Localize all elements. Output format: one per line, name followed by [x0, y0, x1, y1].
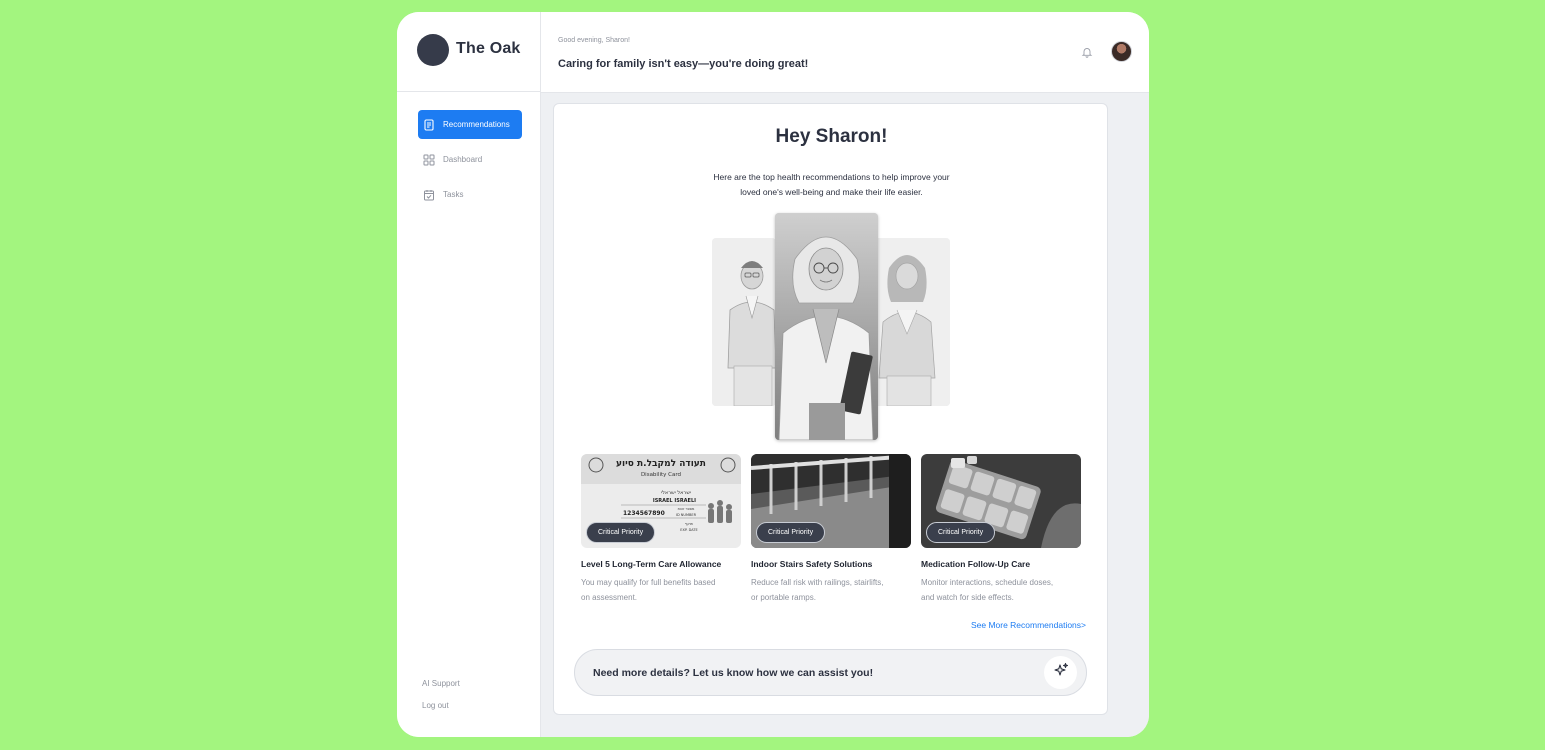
status-badge: Critical Priority	[586, 522, 656, 543]
assist-input-bar[interactable]: Need more details? Let us know how we ca…	[574, 649, 1087, 696]
logout-link[interactable]: Log out	[422, 701, 460, 723]
sidebar-item-label: Recommendations	[443, 120, 510, 129]
app-window: The Oak Recommendations Dashboard Tasks	[397, 12, 1149, 737]
card-exp-label-en: EXP. DATE	[680, 528, 698, 532]
document-icon	[423, 118, 435, 131]
card-exp-label-he: תוקף	[685, 522, 693, 526]
intro-text: Here are the top health recommendations …	[713, 172, 950, 197]
ai-assist-button[interactable]	[1044, 656, 1077, 689]
status-badge: Critical Priority	[926, 522, 996, 543]
recommendation-title: Level 5 Long-Term Care Allowance	[581, 559, 722, 569]
grid-icon	[423, 154, 435, 166]
sidebar-nav: Recommendations Dashboard Tasks	[418, 110, 522, 215]
card-subheading: Disability Card	[641, 472, 681, 478]
recommendation-card[interactable]: תעודה למקבל.ת סיוע Disability Card ישראל…	[581, 454, 741, 605]
older-woman-illustration	[775, 213, 878, 440]
pill-organizer-image: Critical Priority	[921, 454, 1081, 548]
sidebar-item-recommendations[interactable]: Recommendations	[418, 110, 522, 139]
sidebar-item-dashboard[interactable]: Dashboard	[418, 145, 522, 174]
brand-name: The Oak	[456, 40, 521, 57]
young-man-illustration	[712, 238, 776, 406]
sparkle-icon	[1053, 662, 1069, 683]
assist-prompt: Need more details? Let us know how we ca…	[593, 667, 874, 679]
recommendation-title: Medication Follow-Up Care	[921, 559, 1031, 569]
brand: The Oak	[397, 12, 541, 92]
hero-illustration	[712, 213, 950, 440]
card-name-en: ISRAEL ISRAELI	[653, 498, 696, 504]
recommendation-list: תעודה למקבל.ת סיוע Disability Card ישראל…	[581, 454, 1081, 604]
sidebar: The Oak Recommendations Dashboard Tasks	[397, 12, 541, 737]
logo-icon	[417, 34, 449, 66]
greeting-subtitle: Good evening, Sharon!	[558, 37, 630, 44]
card-name-he: ישראל ישראלי	[661, 490, 691, 496]
bell-icon[interactable]	[1081, 45, 1093, 58]
disability-card-image: תעודה למקבל.ת סיוע Disability Card ישראל…	[581, 454, 741, 548]
sidebar-item-label: Tasks	[443, 190, 464, 199]
recommendation-description: Monitor interactions, schedule doses, an…	[921, 578, 1054, 602]
greeting-title: Caring for family isn't easy—you're doin…	[558, 58, 809, 70]
top-header: Good evening, Sharon! Caring for family …	[541, 12, 1149, 93]
user-avatar[interactable]	[1111, 41, 1132, 62]
main-content: Hey Sharon! Here are the top health reco…	[541, 93, 1149, 737]
see-more-link[interactable]: See More Recommendations>	[971, 620, 1086, 630]
card-heading: תעודה למקבל.ת סיוע	[616, 459, 706, 469]
sidebar-item-tasks[interactable]: Tasks	[418, 180, 522, 209]
calendar-check-icon	[423, 189, 435, 201]
recommendation-description: You may qualify for full benefits based …	[581, 578, 716, 602]
sidebar-item-label: Dashboard	[443, 155, 483, 164]
woman-illustration	[875, 238, 950, 406]
recommendation-description: Reduce fall risk with railings, stairlif…	[751, 578, 884, 602]
stairs-image: Critical Priority	[751, 454, 911, 548]
recommendation-card[interactable]: Critical Priority Indoor Stairs Safety S…	[751, 454, 911, 605]
page-title: Hey Sharon!	[775, 126, 888, 147]
recommendation-card[interactable]: Critical Priority Medication Follow-Up C…	[921, 454, 1081, 605]
sidebar-footer: AI Support Log out	[422, 679, 460, 723]
recommendations-card: Hey Sharon! Here are the top health reco…	[553, 103, 1108, 715]
card-id-label-he: מספר זהות	[678, 507, 695, 511]
card-id-number: 1234567890	[623, 510, 665, 517]
status-badge: Critical Priority	[756, 522, 826, 543]
card-id-label-en: ID NUMBER	[676, 513, 697, 517]
recommendation-title: Indoor Stairs Safety Solutions	[751, 559, 873, 569]
ai-support-link[interactable]: AI Support	[422, 679, 460, 701]
